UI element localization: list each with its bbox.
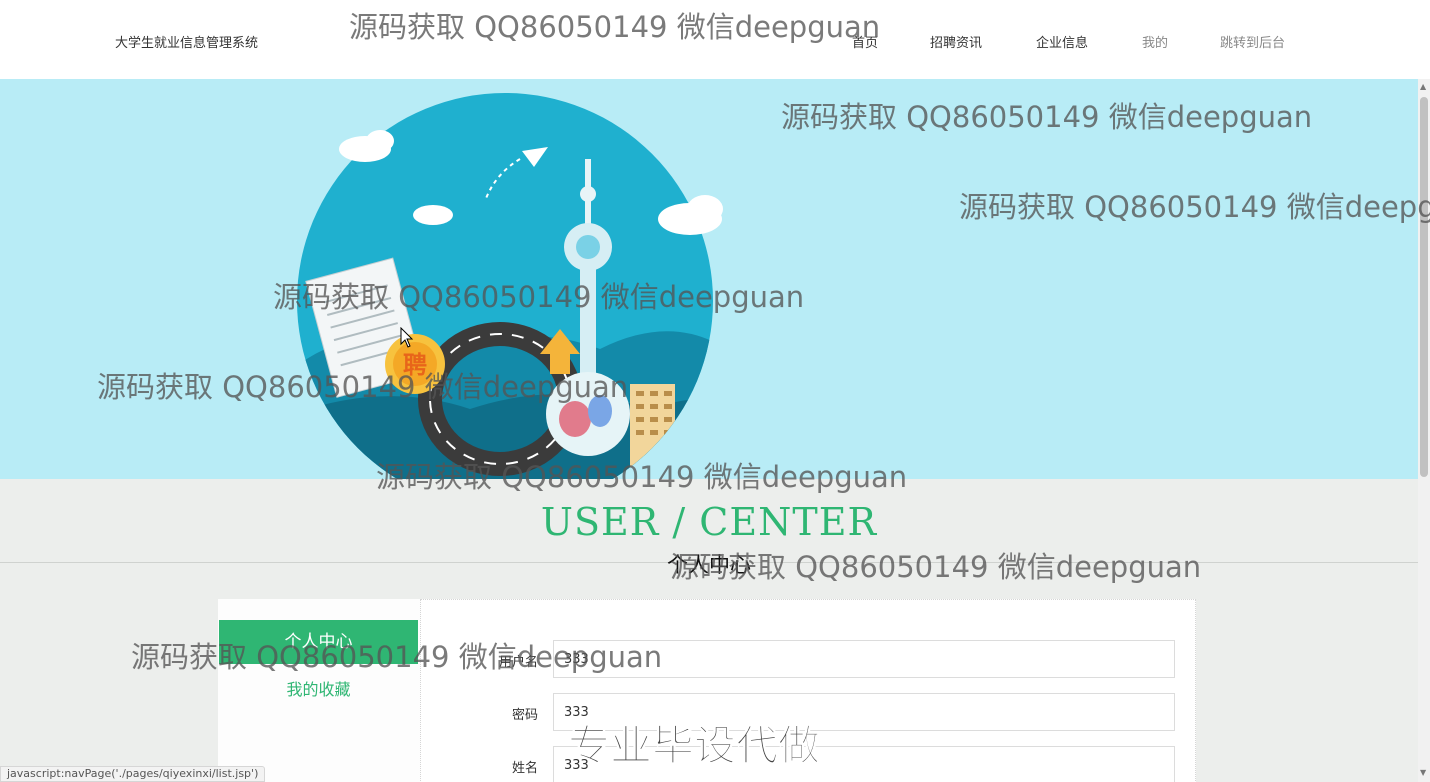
username-field[interactable] [553,640,1175,678]
mouse-cursor-icon [400,327,414,348]
section-subtitle: 个人中心 [667,553,751,577]
site-brand[interactable]: 大学生就业信息管理系统 [115,32,258,51]
scroll-up-arrow-icon[interactable]: ▲ [1420,82,1426,91]
nav-mine[interactable]: 我的 [1142,32,1168,51]
section-title: USER / CENTER [540,500,878,544]
nav-recruitment-news[interactable]: 招聘资讯 [930,32,982,51]
sidebar-item-user-center[interactable]: 个人中心 [219,620,418,664]
name-field[interactable] [553,746,1175,782]
scroll-down-arrow-icon[interactable]: ▼ [1420,768,1426,777]
recruit-badge: 聘 [403,351,427,379]
nav-admin-backend[interactable]: 跳转到后台 [1220,32,1285,51]
password-label: 密码 [511,708,538,723]
browser-status-bar: javascript:navPage('./pages/qiyexinxi/li… [0,766,266,782]
banner-illustration: 聘 [297,93,723,479]
name-label: 姓名 [511,761,538,776]
scrollbar-thumb[interactable] [1420,97,1428,477]
username-label: 用户名 [498,655,538,670]
password-field[interactable] [553,693,1175,731]
top-navbar: 大学生就业信息管理系统 首页 招聘资讯 企业信息 我的 跳转到后台 [0,0,1430,79]
nav-company-info[interactable]: 企业信息 [1036,32,1088,51]
sidebar-item-my-favorites[interactable]: 我的收藏 [219,676,418,700]
hero-banner: 聘 [0,79,1418,479]
nav-home[interactable]: 首页 [852,32,878,51]
